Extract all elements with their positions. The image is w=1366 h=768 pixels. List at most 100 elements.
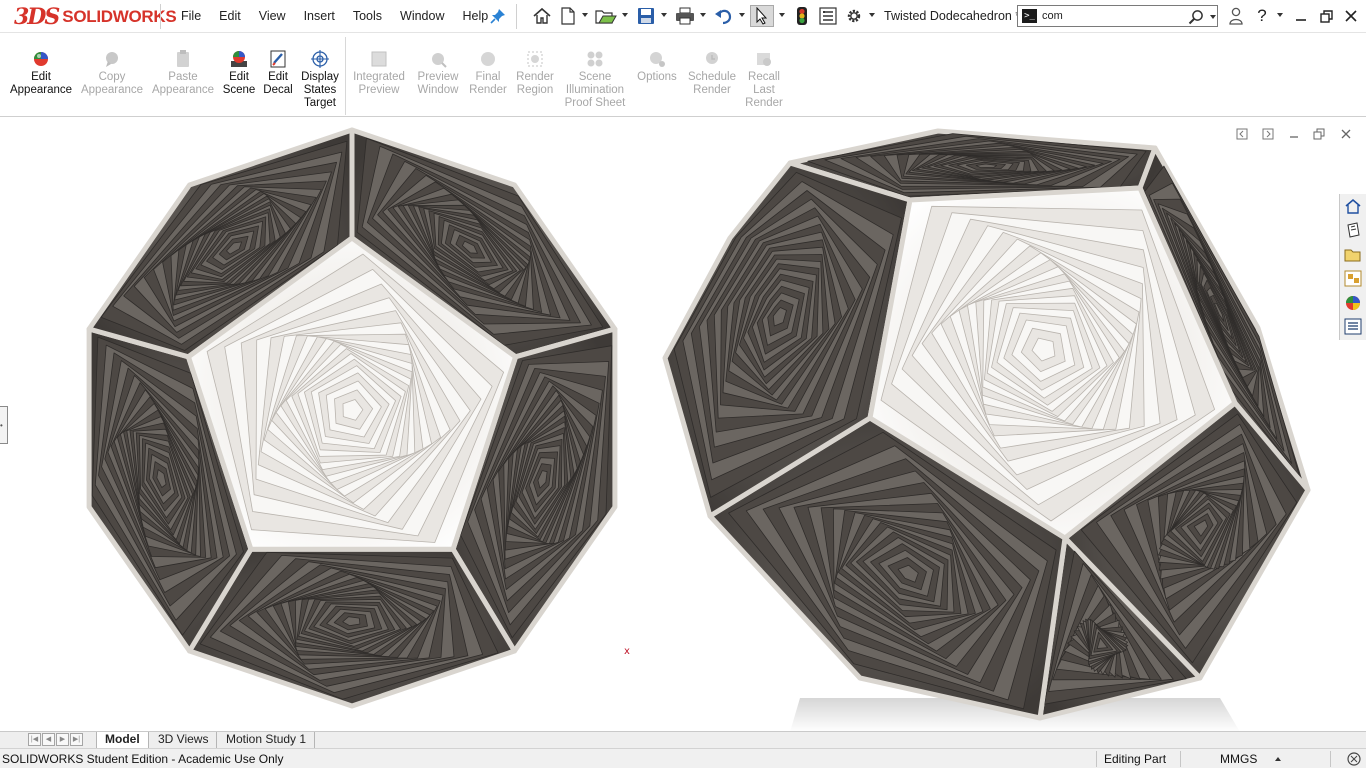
customize-status-bar-icon[interactable] [1346,751,1362,767]
integrated-preview-button[interactable]: Integrated Preview [350,49,408,97]
save-icon[interactable] [635,5,657,27]
pin-icon[interactable] [490,8,506,24]
select-icon[interactable] [750,5,774,27]
viewport-minimize-icon[interactable] [1285,126,1303,142]
options-icon[interactable] [843,5,865,27]
solidworks-logo[interactable]: 3DS SOLIDWORKS [14,2,177,32]
custom-properties-icon[interactable] [1340,315,1365,338]
menu-insert[interactable]: Insert [295,9,344,23]
recall-last-render-button[interactable]: Recall Last Render [742,49,786,110]
display-states-target-button[interactable]: Display States Target [298,49,342,110]
tool-label-line1: Paste [168,71,198,83]
tab-model[interactable]: Model [96,732,149,748]
preview-window-button[interactable]: Preview Window [412,49,464,97]
minimize-icon[interactable] [1290,6,1312,26]
menu-window[interactable]: Window [391,9,453,23]
chevron-up-icon[interactable] [1275,757,1281,761]
view-palette-icon[interactable] [1340,267,1365,290]
graphics-area[interactable]: • x [0,118,1366,732]
tab-scroll-arrows: |◀ ◀ ▶ ▶| [28,733,84,746]
command-manager: Edit Appearance Copy Appearance Paste Ap… [0,33,1366,117]
chevron-down-icon[interactable] [700,13,706,17]
chevron-down-icon[interactable] [739,13,745,17]
close-icon[interactable] [1340,6,1362,26]
home-icon[interactable] [531,5,553,27]
tool-label-line2: Scene [222,84,256,96]
tool-label-line1: Final [475,71,501,83]
tool-label-line2: Appearance [80,84,144,96]
rebuild-icon[interactable] [793,5,811,27]
appearances-icon[interactable] [1340,291,1365,314]
menu-file[interactable]: File [172,9,210,23]
edit-scene-button[interactable]: Edit Scene [220,49,258,97]
first-tab-icon[interactable]: |◀ [28,733,41,746]
restore-icon[interactable] [1315,6,1337,26]
tool-label-line2: States [303,84,337,96]
tool-label-line1: Preview [417,71,459,83]
tool-label-line2: Render [693,84,731,96]
schedule-render-button[interactable]: Schedule Render [684,49,740,97]
next-tab-icon[interactable]: ▶ [56,733,69,746]
chevron-down-icon[interactable] [779,13,785,17]
search-input[interactable] [1042,8,1182,24]
chevron-down-icon[interactable] [869,13,875,17]
feature-manager-collapse-handle[interactable]: • [0,406,8,444]
chevron-down-icon[interactable] [622,13,628,17]
tool-label-line1: Integrated [353,71,405,83]
unit-system-selector[interactable]: MMGS [1220,752,1257,766]
tab-motion-study-1[interactable]: Motion Study 1 [218,732,316,748]
design-library-icon[interactable] [1340,219,1365,242]
render-options-button[interactable]: Options [632,49,682,84]
tool-label-line3: Target [304,97,336,109]
model-render[interactable] [0,118,1366,732]
edit-appearance-button[interactable]: Edit Appearance [8,49,74,97]
new-document-icon[interactable] [558,5,578,27]
copy-appearance-icon [106,52,118,67]
next-view-icon[interactable] [1259,126,1277,142]
dodecahedron-front-view[interactable] [86,127,618,709]
tab-3d-views[interactable]: 3D Views [150,732,218,748]
tool-label-line3: Render [745,97,783,109]
previous-view-icon[interactable] [1233,126,1251,142]
search-commands-box[interactable]: >_ [1017,5,1218,27]
scene-illumination-proof-sheet-button[interactable]: Scene Illumination Proof Sheet [561,49,629,110]
proof-sheet-icon [587,51,603,67]
search-icon[interactable] [1188,9,1204,25]
tool-label-line1: Schedule [688,71,736,83]
print-icon[interactable] [673,5,697,27]
chevron-down-icon[interactable] [661,13,667,17]
undo-icon[interactable] [712,5,736,27]
file-properties-icon[interactable] [817,5,839,27]
viewport-close-icon[interactable] [1337,126,1355,142]
tool-label-line2: Region [516,84,554,96]
previous-tab-icon[interactable]: ◀ [42,733,55,746]
final-render-button[interactable]: Final Render [466,49,510,97]
edit-decal-button[interactable]: Edit Decal [260,49,296,97]
chevron-down-icon[interactable] [1277,13,1283,17]
tool-label-line2: Appearance [151,84,215,96]
open-icon[interactable] [594,5,618,27]
chevron-down-icon[interactable] [582,13,588,17]
tool-label-line1: Edit [229,71,249,83]
render-region-button[interactable]: Render Region [512,49,558,97]
user-account-icon[interactable] [1225,6,1247,26]
menu-edit[interactable]: Edit [210,9,250,23]
preview-window-icon [432,53,447,68]
file-explorer-icon[interactable] [1340,243,1365,266]
render-options-icon [650,52,665,67]
tool-label-line2: Last [753,84,775,96]
copy-appearance-button[interactable]: Copy Appearance [79,49,145,97]
schedule-render-icon [706,52,718,64]
menu-tools[interactable]: Tools [344,9,391,23]
solidworks-resources-icon[interactable] [1340,195,1365,218]
paste-appearance-button[interactable]: Paste Appearance [150,49,216,97]
last-tab-icon[interactable]: ▶| [70,733,83,746]
viewport-restore-icon[interactable] [1310,126,1328,142]
help-icon[interactable]: ? [1251,6,1273,26]
chevron-down-icon[interactable] [1210,15,1216,19]
tool-label-line1: Edit [31,71,51,83]
scene-icon [231,51,247,67]
tool-label-line1: Recall [748,71,780,83]
menu-view[interactable]: View [250,9,295,23]
dodecahedron-iso-view[interactable] [662,128,1311,732]
